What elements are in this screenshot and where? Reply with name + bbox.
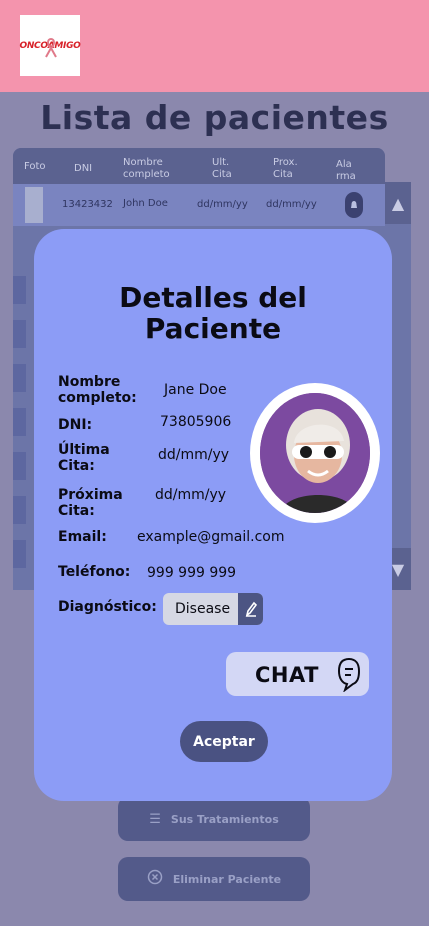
table-header: Foto DNI Nombre completo Ult. Cita Prox.… [13, 148, 385, 184]
label-phone: Teléfono: [58, 564, 131, 580]
patient-avatar [250, 383, 380, 523]
value-dni: 73805906 [160, 414, 232, 430]
table-row[interactable]: 13423432 John Doe dd/mm/yy dd/mm/yy [13, 184, 385, 226]
patient-photo [25, 187, 43, 223]
treatments-button[interactable]: ☰ Sus Tratamientos [118, 797, 310, 841]
pencil-icon[interactable] [238, 593, 263, 625]
value-phone: 999 999 999 [147, 565, 237, 581]
app-logo[interactable]: ONCOAMIGO [19, 15, 81, 76]
bell-icon[interactable] [345, 192, 363, 218]
list-item [13, 408, 26, 436]
label-last-visit-2: Cita: [58, 458, 95, 474]
label-email: Email: [58, 529, 107, 545]
list-item [13, 452, 26, 480]
chat-label: CHAT [255, 663, 319, 687]
value-next-visit: dd/mm/yy [155, 487, 227, 503]
diagnosis-field[interactable]: Disease [163, 593, 263, 625]
value-email: example@gmail.com [137, 529, 285, 545]
cell-next-visit: dd/mm/yy [266, 199, 317, 210]
col-header-alarma-1: Ala [336, 159, 352, 170]
col-header-dni: DNI [74, 163, 93, 174]
list-item [13, 364, 26, 392]
label-name-2: completo: [58, 390, 137, 406]
chat-button[interactable]: CHAT [226, 652, 369, 696]
col-header-nombre-2: completo [123, 169, 170, 180]
cell-dni: 13423432 [62, 199, 113, 210]
triangle-up-icon[interactable]: ▲ [385, 182, 411, 224]
treatments-label: Sus Tratamientos [170, 812, 279, 826]
list-item [13, 320, 26, 348]
list-icon: ☰ [149, 811, 161, 827]
col-header-ult-1: Ult. [212, 157, 230, 168]
col-header-alarma-2: rma [336, 171, 356, 182]
col-header-ult-2: Cita [212, 169, 232, 180]
value-name: Jane Doe [164, 382, 227, 398]
diagnosis-value: Disease [175, 601, 231, 617]
label-last-visit-1: Última [58, 442, 110, 458]
page-title: Lista de pacientes [40, 98, 389, 137]
label-next-visit-1: Próxima [58, 487, 123, 503]
cell-last-visit: dd/mm/yy [197, 199, 248, 210]
label-diagnosis: Diagnóstico: [58, 599, 157, 615]
list-item [13, 276, 26, 304]
chat-bubble-icon [337, 657, 361, 692]
accept-button[interactable]: Aceptar [180, 721, 268, 762]
list-item [13, 540, 26, 568]
modal-title-line-1: Detalles del [119, 281, 307, 314]
col-header-prox-1: Prox. [273, 157, 298, 168]
circle-x-icon [147, 869, 163, 889]
list-item [13, 496, 26, 524]
avatar-portrait-icon [260, 393, 370, 513]
label-dni: DNI: [58, 417, 93, 433]
col-header-nombre-1: Nombre [123, 157, 163, 168]
col-header-prox-2: Cita [273, 169, 293, 180]
col-header-foto: Foto [24, 161, 46, 172]
avatar [260, 393, 370, 513]
delete-patient-label: Eliminar Paciente [172, 872, 282, 886]
top-bar: ONCOAMIGO [0, 0, 429, 92]
modal-title: Detalles del Paciente [34, 282, 392, 344]
ribbon-logo-icon [45, 37, 57, 58]
label-next-visit-2: Cita: [58, 503, 95, 519]
label-name-1: Nombre [58, 374, 121, 390]
modal-title-line-2: Paciente [144, 312, 282, 345]
patient-details-modal: Detalles del Paciente Nombre completo: J… [34, 229, 392, 801]
cell-name: John Doe [123, 198, 168, 209]
value-last-visit: dd/mm/yy [158, 447, 230, 463]
delete-patient-button[interactable]: Eliminar Paciente [118, 857, 310, 901]
